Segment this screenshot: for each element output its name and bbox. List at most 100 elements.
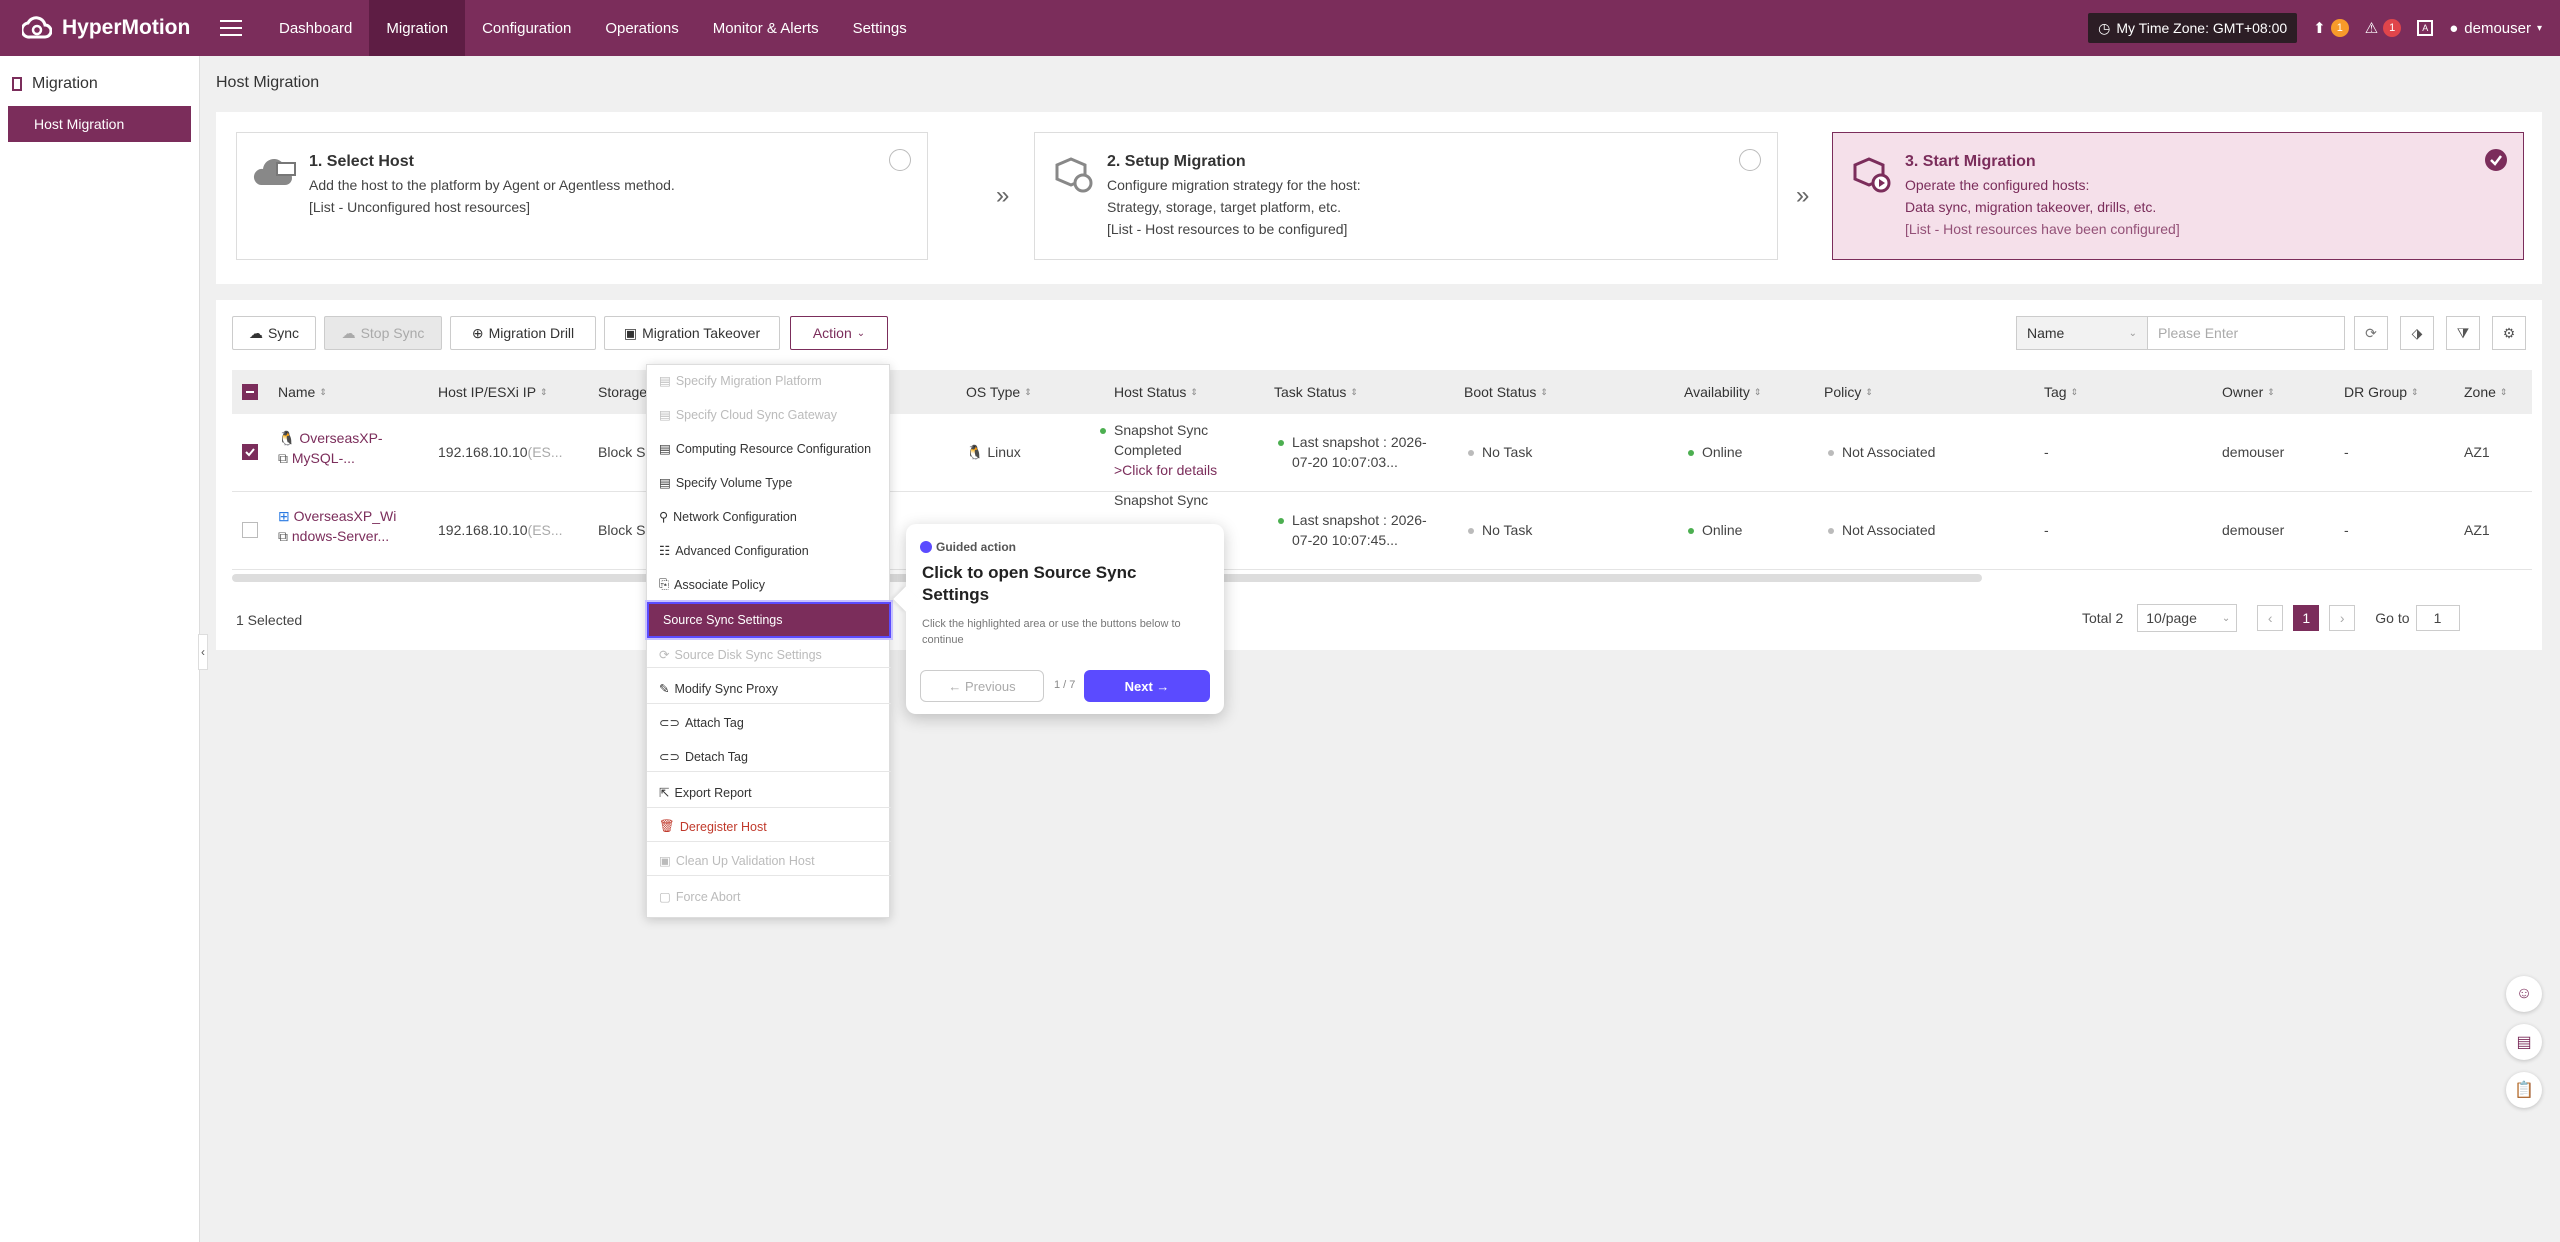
migration-takeover-button[interactable]: ▣ Migration Takeover [604,316,780,350]
table-row[interactable]: 🐧 OverseasXP- ⧉ MySQL-... 192.168.10.10(E… [232,414,2532,492]
filter-button[interactable]: ⧩ [2446,316,2480,350]
step-desc: Add the host to the platform by Agent or… [309,177,675,193]
column-header[interactable]: Boot Status ⇕ [1464,384,1548,400]
trash-icon: 🗑 [659,819,675,833]
column-header[interactable]: Owner ⇕ [2222,384,2275,400]
sidebar-section[interactable]: Migration [0,56,199,96]
menu-divider [647,875,891,876]
menu-item[interactable]: ▤ Specify Migration Platform [659,373,822,389]
menu-item[interactable]: ☷ Advanced Configuration [659,543,809,559]
page-number[interactable]: 1 [2293,605,2320,631]
brand[interactable]: HyperMotion [20,13,200,44]
column-header[interactable]: Name ⇕ [278,384,327,400]
menu-item[interactable]: ✎ Modify Sync Proxy [659,681,778,697]
select-all-checkbox[interactable] [242,384,258,400]
goto-input[interactable]: 1 [2415,605,2460,631]
alert-notifications[interactable]: ⚠ 1 [2365,19,2402,37]
sync-button[interactable]: ☁ Sync [232,316,316,350]
table-header: Name ⇕ Host IP/ESXi IP ⇕ Storage OS Type ⇕ … [232,370,2532,414]
nav-monitor-alerts[interactable]: Monitor & Alerts [696,0,836,56]
step-select-host[interactable]: 1. Select Host Add the host to the platf… [236,132,928,260]
assistant-button[interactable]: ☺ [2506,976,2542,1012]
row-checkbox[interactable] [242,522,258,538]
menu-item[interactable]: ⊂⊃ Detach Tag [659,749,748,765]
disk-sync-icon: ⟳ [659,648,670,662]
task-status: Last snapshot : 2026- 07-20 10:07:03... [1278,432,1427,472]
click-for-details-link[interactable]: >Click for details [1114,462,1217,478]
column-header[interactable]: DR Group ⇕ [2344,384,2419,400]
row-checkbox[interactable] [242,444,258,460]
collapse-sidebar-button[interactable]: ‹ [198,634,208,670]
settings-button[interactable]: ⚙ [2492,316,2526,350]
storage: Block S [598,444,646,460]
migration-drill-button[interactable]: ⊕ Migration Drill [450,316,596,350]
page-title: Host Migration [216,74,320,91]
menu-item[interactable]: ▢ Force Abort [659,889,740,905]
menu-item[interactable]: ⇱ Export Report [659,785,752,801]
action-menu: ▤ Specify Migration Platform ▤ Specify Clo… [645,364,893,918]
app-name: HyperMotion [62,16,191,39]
previous-button[interactable]: ← Previous [920,670,1044,702]
column-header[interactable]: Host Status ⇕ [1114,384,1198,400]
drill-icon: ⊕ [471,324,484,341]
column-header[interactable]: Tag ⇕ [2044,384,2078,400]
column-header[interactable]: Zone ⇕ [2464,384,2507,400]
step-start-migration[interactable]: 3. Start Migration Operate the configure… [1832,132,2524,260]
menu-toggle-icon[interactable] [220,20,242,36]
step-radio-checked[interactable] [2485,149,2507,171]
upload-notifications[interactable]: ⬆ 1 [2313,19,2349,37]
step-setup-migration[interactable]: 2. Setup Migration Configure migration s… [1034,132,1778,260]
sidebar-item-host-migration[interactable]: Host Migration [8,106,191,142]
language-button[interactable]: A [2417,20,2434,36]
user-menu[interactable]: ● demouser ▾ [2449,20,2542,37]
menu-item[interactable]: ▣ Clean Up Validation Host [659,853,815,869]
clipboard-button[interactable]: 📋 [2506,1072,2542,1108]
sidebar-section-label: Migration [32,75,98,92]
table-row[interactable]: ⊞ OverseasXP_Wi ⧉ ndows-Server... 192.168… [232,492,2532,570]
menu-item-source-sync-settings[interactable]: Source Sync Settings [645,600,893,640]
manual-button[interactable]: ▤ [2506,1024,2542,1060]
sort-icon: ⇕ [2267,386,2275,397]
host-name-link[interactable]: 🐧 OverseasXP- ⧉ MySQL-... [278,428,383,468]
nav-configuration[interactable]: Configuration [465,0,588,56]
host-name-link[interactable]: ⊞ OverseasXP_Wi ⧉ ndows-Server... [278,506,396,546]
next-button[interactable]: Next → [1084,670,1210,702]
host-table-panel: ☁ Sync ☁ Stop Sync ⊕ Migration Drill ▣ Migra… [216,300,2542,650]
menu-item[interactable]: ⟳ Source Disk Sync Settings [659,647,822,663]
nav-settings[interactable]: Settings [836,0,924,56]
nav-migration[interactable]: Migration [369,0,466,56]
column-header[interactable]: Task Status ⇕ [1274,384,1358,400]
menu-item[interactable]: ▤ Computing Resource Configuration [659,441,871,457]
step-title: 3. Start Migration [1905,153,2036,170]
prev-page-button[interactable]: ‹ [2257,605,2284,631]
timezone-button[interactable]: ◷ My Time Zone: GMT+08:00 [2088,13,2298,43]
refresh-button[interactable]: ⟳ [2354,316,2388,350]
column-header[interactable]: Host IP/ESXi IP ⇕ [438,384,548,400]
menu-item[interactable]: ⊂⊃ Attach Tag [659,715,744,731]
menu-item[interactable]: ⎘ Associate Policy [659,577,765,592]
search-input[interactable]: Please Enter [2147,316,2345,350]
tag-filter-button[interactable]: ⬗ [2400,316,2434,350]
next-page-button[interactable]: › [2329,605,2356,631]
nav-dashboard[interactable]: Dashboard [262,0,369,56]
filter-field-select[interactable]: Name ⌄ [2016,316,2148,350]
advanced-icon: ☷ [659,544,671,558]
menu-item[interactable]: ⚲ Network Configuration [659,509,797,525]
stop-sync-button[interactable]: ☁ Stop Sync [324,316,442,350]
menu-item[interactable]: 🗑 Deregister Host [659,819,767,834]
step-title: 1. Select Host [309,153,414,170]
step-radio[interactable] [1739,149,1761,171]
step-radio[interactable] [889,149,911,171]
column-header[interactable]: Policy ⇕ [1824,384,1873,400]
filter-icon: ⧩ [2456,324,2470,341]
column-header[interactable]: OS Type ⇕ [966,384,1032,400]
page-size-select[interactable]: 10/page ⌄ [2137,604,2238,632]
action-dropdown-button[interactable]: Action ⌄ [790,316,888,350]
column-header[interactable]: Availability ⇕ [1684,384,1761,400]
nav-operations[interactable]: Operations [588,0,695,56]
menu-item[interactable]: ▤ Specify Volume Type [659,475,792,491]
clipboard-icon: 📋 [2514,1082,2534,1099]
compute-icon: ▤ [659,442,671,456]
column-header[interactable]: Storage [598,384,647,400]
menu-item[interactable]: ▤ Specify Cloud Sync Gateway [659,407,837,423]
